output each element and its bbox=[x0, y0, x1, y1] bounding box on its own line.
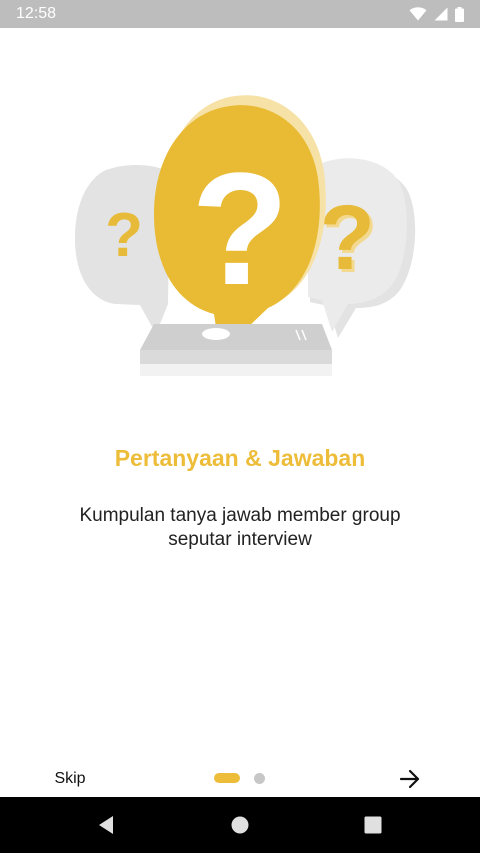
back-button[interactable] bbox=[76, 797, 136, 853]
question-bubbles-illustration: ? ? ? ? bbox=[74, 95, 416, 376]
onboarding-title: Pertanyaan & Jawaban bbox=[114, 445, 366, 471]
svg-text:?: ? bbox=[105, 201, 143, 270]
navigation-bar bbox=[0, 797, 480, 853]
page-dot[interactable] bbox=[254, 772, 265, 784]
arrow-right-icon bbox=[399, 769, 420, 789]
status-icons bbox=[409, 6, 464, 22]
battery-icon bbox=[455, 6, 464, 22]
onboarding-description: Kumpulan tanya jawab member group seputa… bbox=[79, 505, 401, 550]
cellular-signal-icon bbox=[434, 7, 448, 21]
platform bbox=[140, 324, 332, 376]
svg-text:?: ? bbox=[191, 139, 289, 318]
svg-text:?: ? bbox=[319, 187, 375, 289]
next-button[interactable] bbox=[392, 761, 428, 797]
recents-icon bbox=[364, 816, 382, 834]
status-bar: 12:58 bbox=[0, 0, 480, 28]
page-indicator bbox=[214, 772, 265, 784]
status-time: 12:58 bbox=[16, 5, 57, 22]
page-dot-active[interactable] bbox=[214, 773, 240, 783]
home-icon bbox=[231, 816, 249, 834]
back-icon bbox=[99, 816, 113, 834]
onboarding-screen: ? ? ? ? Pertanyaan & Jawaban Kumpulan ta… bbox=[0, 28, 480, 797]
wifi-icon bbox=[409, 7, 427, 21]
home-button[interactable] bbox=[210, 797, 270, 853]
skip-button[interactable]: Skip bbox=[40, 763, 100, 795]
recents-button[interactable] bbox=[343, 797, 403, 853]
left-bubble: ? bbox=[74, 165, 170, 334]
